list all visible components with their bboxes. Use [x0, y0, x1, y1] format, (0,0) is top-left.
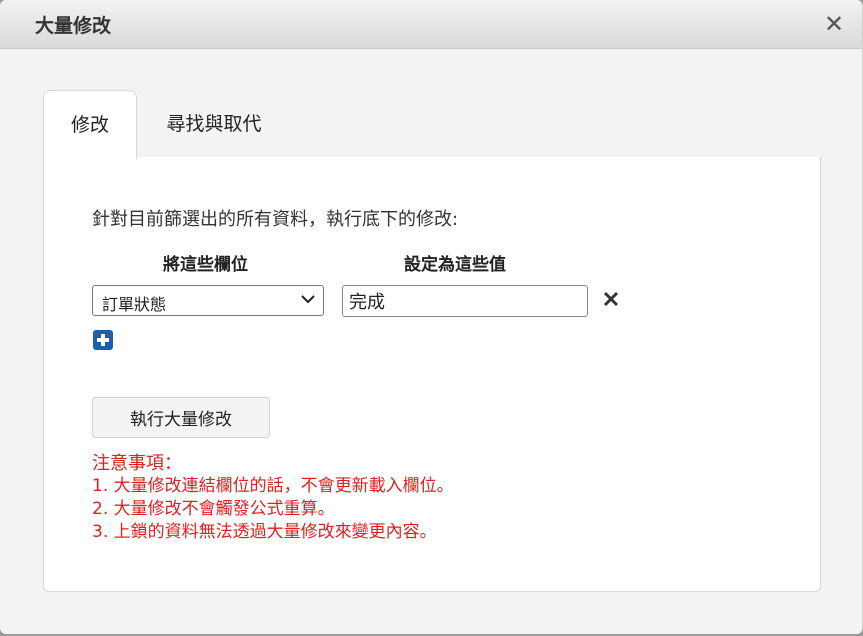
panel-top-border	[136, 157, 820, 158]
field-column-header: 將這些欄位	[163, 255, 248, 275]
notes-heading: 注意事項：	[92, 453, 182, 474]
dialog-title: 大量修改	[35, 15, 112, 37]
note-item: 1. 大量修改連結欄位的話，不會更新載入欄位。	[92, 476, 454, 496]
plus-square-icon[interactable]	[93, 330, 113, 350]
close-icon[interactable]: ✕	[822, 12, 846, 36]
tab-edit[interactable]: 修改	[43, 90, 137, 159]
run-bulk-edit-button[interactable]: 執行大量修改	[92, 397, 270, 438]
instruction-text: 針對目前篩選出的所有資料，執行底下的修改:	[92, 209, 459, 230]
bulk-edit-dialog: 大量修改 ✕ 修改 尋找與取代 針對目前篩選出的所有資料，執行底下的修改: 將這…	[0, 0, 863, 634]
note-item: 3. 上鎖的資料無法透過大量修改來變更內容。	[92, 522, 437, 542]
value-column-header: 設定為這些值	[404, 255, 506, 275]
remove-x-icon[interactable]	[601, 289, 621, 309]
tab-find-replace[interactable]: 尋找與取代	[150, 90, 278, 158]
chevron-down-icon	[301, 295, 315, 304]
value-input[interactable]	[342, 285, 588, 317]
note-item: 2. 大量修改不會觸發公式重算。	[92, 499, 335, 519]
notes-block: 注意事項： 1. 大量修改連結欄位的話，不會更新載入欄位。 2. 大量修改不會觸…	[92, 452, 454, 544]
field-select[interactable]: 訂單狀態	[92, 285, 324, 316]
dialog-titlebar: 大量修改 ✕	[0, 0, 862, 49]
field-select-value: 訂單狀態	[102, 295, 167, 314]
